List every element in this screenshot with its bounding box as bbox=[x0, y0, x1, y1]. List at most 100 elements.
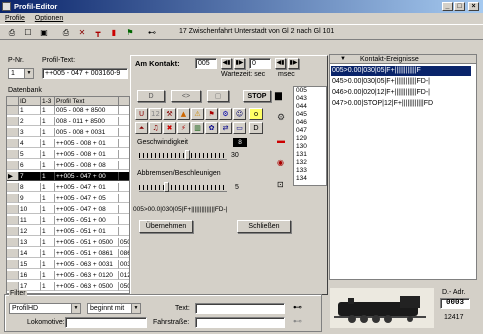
flag-icon[interactable]: ⚑ bbox=[124, 27, 136, 38]
minimize-button[interactable]: _ bbox=[442, 2, 453, 11]
stop-button[interactable]: STOP bbox=[243, 90, 271, 102]
warning-icon[interactable]: ⚠ bbox=[191, 108, 204, 120]
list-item[interactable]: 044 bbox=[294, 103, 326, 111]
profil-text-input[interactable]: ++005 - 047 + 003160-9 bbox=[42, 68, 128, 79]
slider-thumb[interactable] bbox=[163, 182, 169, 192]
list-item[interactable]: 047 bbox=[294, 127, 326, 135]
row-marker[interactable] bbox=[7, 227, 19, 236]
row-marker[interactable] bbox=[7, 139, 19, 148]
row-marker[interactable] bbox=[7, 128, 19, 137]
table-row[interactable]: ▶ 7 1 ++005 - 047 + 00 bbox=[7, 172, 129, 181]
row-marker[interactable] bbox=[7, 260, 19, 269]
table-row[interactable]: 6 1 ++005 - 008 + 08 bbox=[7, 161, 129, 170]
chevron-down-icon[interactable]: ▼ bbox=[71, 304, 80, 313]
column-a[interactable] bbox=[119, 97, 129, 106]
table-row[interactable]: 1 1 005 - 008 + 8500 bbox=[7, 106, 129, 115]
book-icon[interactable]: ▮ bbox=[108, 27, 120, 38]
maximize-button[interactable]: □ bbox=[454, 2, 465, 11]
locomotive-icon[interactable]: ▆ bbox=[275, 90, 282, 101]
light-icon[interactable]: ▲ bbox=[177, 108, 190, 120]
binoculars-icon[interactable]: ⊷ bbox=[293, 302, 302, 313]
new-icon[interactable]: ☐ bbox=[22, 27, 34, 38]
kontakt-input[interactable]: 005 bbox=[195, 58, 217, 69]
table-row[interactable]: 3 1 005 - 008 + 0031 bbox=[7, 128, 129, 137]
f-yellow-icon[interactable]: o bbox=[249, 108, 263, 120]
print-icon[interactable]: ⎙ bbox=[6, 27, 18, 38]
disabled-button[interactable]: ▢ bbox=[207, 90, 229, 102]
row-marker[interactable] bbox=[7, 271, 19, 280]
speaker-icon[interactable]: ⊡ bbox=[277, 180, 284, 189]
gear-icon[interactable]: ⚙ bbox=[277, 112, 285, 123]
row-marker[interactable] bbox=[7, 205, 19, 214]
pnr-select[interactable]: 1 ▼ bbox=[8, 68, 34, 79]
fahrstrasse-input[interactable] bbox=[195, 317, 285, 328]
list-item[interactable]: 046>0.00|020|12|F+||||||||||||FD-| bbox=[331, 88, 471, 98]
chevron-down-icon[interactable]: ▼ bbox=[340, 55, 346, 64]
table-row[interactable]: 141++005 - 051 + 0861086105-5005 - 051 bbox=[7, 249, 129, 258]
delete-icon[interactable]: ✕ bbox=[76, 27, 88, 38]
table-row[interactable]: 151++005 - 063 + 0031003160-9005 - 063 bbox=[7, 260, 129, 269]
binoculars-icon[interactable]: ⊷ bbox=[146, 27, 158, 38]
table-row[interactable]: 8 1 ++005 - 047 + 01 bbox=[7, 183, 129, 192]
table-row[interactable]: 2 1 008 - 011 + 8500 bbox=[7, 117, 129, 126]
row-marker[interactable]: ▶ bbox=[7, 172, 19, 181]
list-item[interactable]: 134 bbox=[294, 175, 326, 183]
contact-list[interactable]: 005 043 044 045 046 047 129 130 131 132 … bbox=[293, 86, 327, 186]
row-marker[interactable] bbox=[7, 106, 19, 115]
fan-icon[interactable]: ✿ bbox=[205, 122, 218, 134]
row-marker[interactable] bbox=[7, 216, 19, 225]
list-item[interactable]: 130 bbox=[294, 143, 326, 151]
person-icon[interactable]: ☺ bbox=[233, 108, 246, 120]
table-row[interactable]: 12 1 ++005 - 051 + 01 bbox=[7, 227, 129, 236]
list-item[interactable]: 047>0.00|STOP|12|F+||||||||||||FD bbox=[331, 99, 471, 109]
mode-filter-select[interactable]: beginnt mit ▼ bbox=[87, 303, 141, 314]
list-item[interactable]: 132 bbox=[294, 159, 326, 167]
print-preview-icon[interactable]: ⎙ bbox=[60, 27, 72, 38]
row-marker[interactable] bbox=[7, 183, 19, 192]
decrease-button[interactable]: ◀▮ bbox=[275, 58, 286, 69]
chevron-down-icon[interactable]: ▼ bbox=[24, 69, 33, 78]
increase-button[interactable]: ▮▶ bbox=[288, 58, 299, 69]
menu-profile[interactable]: Profile bbox=[0, 13, 28, 24]
door-icon[interactable]: ▥ bbox=[191, 122, 204, 134]
list-item[interactable]: 043 bbox=[294, 95, 326, 103]
column-profil-text[interactable]: Profil Text bbox=[55, 97, 119, 106]
chevron-down-icon[interactable]: ▼ bbox=[131, 304, 140, 313]
decoder-address[interactable]: 0003 bbox=[440, 298, 470, 309]
schliessen-button[interactable]: Schließen bbox=[237, 220, 291, 233]
coupler-icon[interactable]: ⚙ bbox=[219, 108, 232, 120]
kontakt-ereignisse-list[interactable]: ▼ Kontakt-Ereignisse 005>0.00|030|05|F+|… bbox=[329, 54, 477, 280]
list-item[interactable]: 005 bbox=[294, 87, 326, 95]
column-id[interactable]: ID bbox=[19, 97, 41, 106]
row-marker[interactable] bbox=[7, 194, 19, 203]
table-row[interactable]: 10 1 ++005 - 047 + 08 bbox=[7, 205, 129, 214]
coach-icon[interactable]: ▭ bbox=[233, 122, 246, 134]
pantograph-icon[interactable]: ⚡ bbox=[177, 122, 190, 134]
crane-icon[interactable]: ⚑ bbox=[205, 108, 218, 120]
red-lamp-icon[interactable]: ▬ bbox=[277, 136, 285, 145]
list-item[interactable]: 045>0.00|030|05|F+||||||||||||FD-| bbox=[331, 77, 471, 87]
slider-thumb[interactable] bbox=[184, 150, 190, 160]
row-marker[interactable] bbox=[7, 150, 19, 159]
prev-button[interactable]: ▮▶ bbox=[234, 58, 245, 69]
list-item[interactable]: 005>0.00|030|05|F+||||||||||||F bbox=[331, 66, 471, 76]
shunt-icon[interactable]: ⇄ bbox=[219, 122, 232, 134]
brake-icon[interactable]: ✖ bbox=[163, 122, 176, 134]
list-item[interactable]: 129 bbox=[294, 135, 326, 143]
lokomotive-input[interactable] bbox=[65, 317, 147, 328]
table-row[interactable]: 5 1 ++005 - 008 + 01 bbox=[7, 150, 129, 159]
close-button[interactable]: × bbox=[468, 2, 479, 11]
bell-icon[interactable]: ⏶ bbox=[135, 122, 148, 134]
list-item[interactable]: 133 bbox=[294, 167, 326, 175]
uebernehmen-button[interactable]: Übernehmen bbox=[139, 220, 193, 233]
binoculars-icon[interactable]: ⊷ bbox=[293, 316, 302, 327]
f12-icon[interactable]: 12 bbox=[149, 108, 162, 120]
datenbank-table[interactable]: ID 1-3 Profil Text 1 1 005 - 008 + 8500 2 1 0… bbox=[6, 96, 130, 294]
signal-icon[interactable]: ┳ bbox=[92, 27, 104, 38]
d-icon[interactable]: D bbox=[249, 122, 263, 134]
profile-filter-select[interactable]: ProfilHD ▼ bbox=[9, 303, 81, 314]
sound-icon[interactable]: ♫ bbox=[149, 122, 162, 134]
row-marker[interactable] bbox=[7, 161, 19, 170]
horn-small-icon[interactable]: ◉ bbox=[277, 158, 284, 167]
table-row[interactable]: 131++005 - 051 + 0500050082-7005 - 051 bbox=[7, 238, 129, 247]
